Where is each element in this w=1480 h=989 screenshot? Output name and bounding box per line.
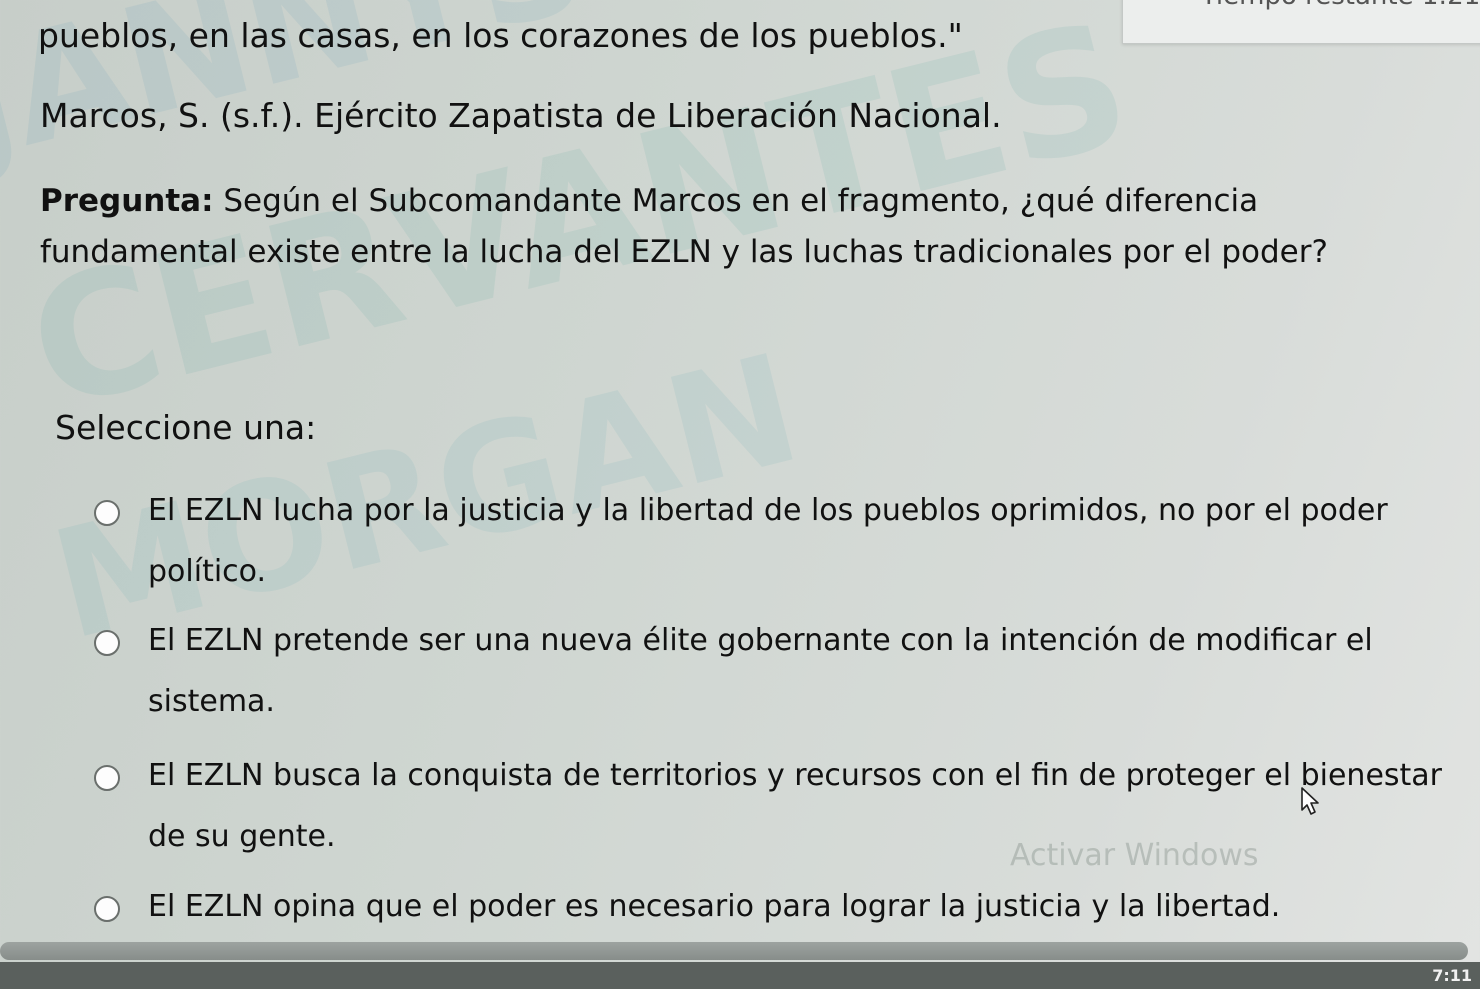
radio-button-2[interactable]: [94, 630, 120, 656]
answer-option-1-label[interactable]: El EZLN lucha por la justicia y la liber…: [148, 480, 1448, 602]
question-body: Según el Subcomandante Marcos en el frag…: [40, 183, 1328, 270]
answer-option-4-label[interactable]: El EZLN opina que el poder es necesario …: [148, 876, 1448, 937]
question-text: Pregunta: Según el Subcomandante Marcos …: [40, 176, 1410, 278]
radio-button-1[interactable]: [94, 500, 120, 526]
mouse-cursor-icon: [1301, 787, 1319, 815]
activate-windows-text: Activar Windows: [1010, 838, 1259, 873]
radio-button-4[interactable]: [94, 896, 120, 922]
timer-panel: Tiempo restante 1:21:: [1122, 0, 1480, 44]
radio-button-3[interactable]: [94, 765, 120, 791]
taskbar: [0, 962, 1480, 989]
horizontal-scrollbar[interactable]: [0, 942, 1468, 960]
select-prompt: Seleccione una:: [55, 408, 317, 447]
citation: Marcos, S. (s.f.). Ejército Zapatista de…: [40, 96, 1002, 135]
quote-text: pueblos, en las casas, en los corazones …: [38, 16, 963, 55]
question-label: Pregunta:: [40, 183, 214, 219]
timer-label: Tiempo restante 1:21:: [1201, 0, 1480, 11]
answer-option-2-label[interactable]: El EZLN pretende ser una nueva élite gob…: [148, 610, 1448, 732]
taskbar-clock: 7:11: [1432, 966, 1472, 985]
